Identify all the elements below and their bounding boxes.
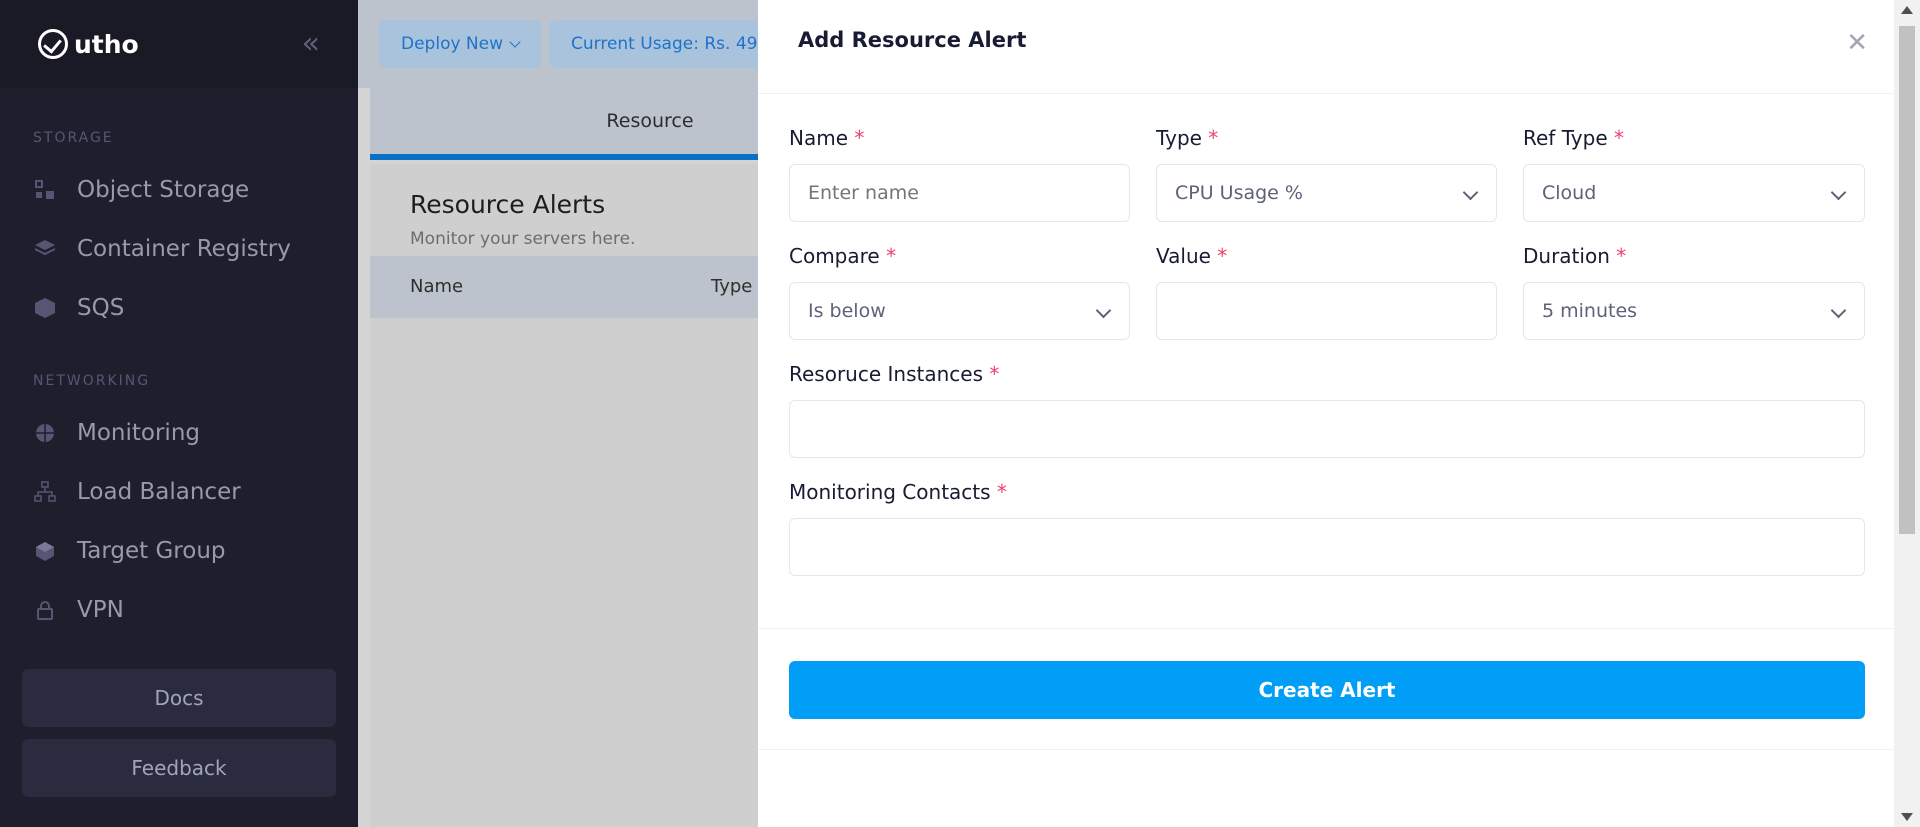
column-header-type: Type <box>711 276 753 297</box>
sqs-icon <box>33 296 57 320</box>
close-icon[interactable]: ✕ <box>1846 30 1868 56</box>
duration-label: Duration * <box>1523 244 1626 268</box>
sidebar-header: utho « <box>0 0 358 88</box>
duration-select[interactable]: 5 minutes <box>1523 282 1865 340</box>
sidebar-item-load-balancer[interactable]: Load Balancer <box>0 462 358 521</box>
chevron-down-icon <box>1830 184 1847 201</box>
sidebar-item-label: Object Storage <box>77 176 250 203</box>
deploy-new-label: Deploy New <box>401 34 504 54</box>
load-balancer-icon <box>33 480 57 504</box>
scroll-up-arrow-icon[interactable] <box>1901 6 1913 14</box>
tab-resource[interactable]: Resource <box>370 88 770 160</box>
name-input[interactable] <box>789 164 1130 222</box>
drawer-title: Add Resource Alert <box>798 28 1027 52</box>
monitoring-icon <box>33 421 57 445</box>
resource-instances-input[interactable] <box>789 400 1865 458</box>
tab-resource-label: Resource <box>606 110 694 132</box>
ref-type-label-text: Ref Type <box>1523 126 1608 150</box>
resource-instances-label-text: Resoruce Instances <box>789 362 984 386</box>
deploy-new-button[interactable]: Deploy New <box>379 20 542 68</box>
scroll-down-arrow-icon[interactable] <box>1901 813 1913 821</box>
footer-divider <box>758 628 1894 629</box>
value-label: Value * <box>1156 244 1227 268</box>
sidebar-item-label: Target Group <box>77 537 226 564</box>
sidebar-item-target-group[interactable]: Target Group <box>0 521 358 580</box>
card-subtitle: Monitor your servers here. <box>410 229 636 249</box>
type-select[interactable]: CPU Usage % <box>1156 164 1497 222</box>
sidebar-item-vpn[interactable]: VPN <box>0 580 358 639</box>
collapse-sidebar-icon[interactable]: « <box>302 29 320 59</box>
target-group-icon <box>33 539 57 563</box>
chevron-down-icon <box>509 36 521 48</box>
docs-button[interactable]: Docs <box>22 669 336 727</box>
lock-icon <box>33 598 57 622</box>
required-mark: * <box>1614 126 1624 150</box>
monitoring-contacts-input[interactable] <box>789 518 1865 576</box>
value-label-text: Value <box>1156 244 1211 268</box>
resource-instances-label: Resoruce Instances * <box>789 362 999 386</box>
monitoring-contacts-label-text: Monitoring Contacts <box>789 480 991 504</box>
feedback-button[interactable]: Feedback <box>22 739 336 797</box>
duration-label-text: Duration <box>1523 244 1610 268</box>
footer-divider-bottom <box>758 749 1894 750</box>
sidebar-item-monitoring[interactable]: Monitoring <box>0 403 358 462</box>
column-header-name: Name <box>410 276 464 297</box>
sidebar-item-label: SQS <box>77 294 125 321</box>
sidebar-item-label: VPN <box>77 596 124 623</box>
sidebar-item-label: Container Registry <box>77 235 291 262</box>
required-mark: * <box>886 244 897 268</box>
create-alert-button[interactable]: Create Alert <box>789 661 1865 719</box>
container-registry-icon <box>33 237 57 261</box>
name-label: Name * <box>789 126 864 150</box>
compare-label-text: Compare <box>789 244 880 268</box>
add-resource-alert-drawer: Add Resource Alert ✕ Name * Type * CPU U… <box>758 0 1894 827</box>
sidebar-item-object-storage[interactable]: Object Storage <box>0 160 358 219</box>
required-mark: * <box>1616 244 1627 268</box>
required-mark: * <box>854 126 865 150</box>
sidebar: utho « STORAGE Object Storage Container … <box>0 0 358 827</box>
compare-select-value: Is below <box>808 300 886 322</box>
section-label-networking: NETWORKING <box>33 373 151 389</box>
scrollbar-thumb[interactable] <box>1899 26 1915 534</box>
chevron-down-icon <box>1462 184 1479 201</box>
chevron-down-icon <box>1830 302 1847 319</box>
object-storage-icon <box>33 178 57 202</box>
sidebar-item-label: Load Balancer <box>77 478 241 505</box>
compare-label: Compare * <box>789 244 896 268</box>
sidebar-item-container-registry[interactable]: Container Registry <box>0 219 358 278</box>
monitoring-contacts-label: Monitoring Contacts * <box>789 480 1007 504</box>
ref-type-select[interactable]: Cloud <box>1523 164 1865 222</box>
name-label-text: Name <box>789 126 849 150</box>
card-title: Resource Alerts <box>410 190 606 219</box>
ref-type-select-value: Cloud <box>1542 182 1597 204</box>
ref-type-label: Ref Type * <box>1523 126 1624 150</box>
type-label-text: Type <box>1156 126 1202 150</box>
duration-select-value: 5 minutes <box>1542 300 1638 322</box>
scrollbar[interactable] <box>1894 0 1920 827</box>
required-mark: * <box>1217 244 1228 268</box>
chevron-down-icon <box>1095 302 1112 319</box>
section-label-storage: STORAGE <box>33 130 114 146</box>
required-mark: * <box>996 480 1007 504</box>
logo-text: utho <box>74 29 139 59</box>
value-input[interactable] <box>1156 282 1497 340</box>
compare-select[interactable]: Is below <box>789 282 1130 340</box>
current-usage-label: Current Usage: Rs. 493 <box>571 34 769 54</box>
drawer-header: Add Resource Alert ✕ <box>758 0 1894 94</box>
logo-check-icon <box>38 29 68 59</box>
type-select-value: CPU Usage % <box>1175 182 1303 204</box>
required-mark: * <box>989 362 1000 386</box>
sidebar-item-sqs[interactable]: SQS <box>0 278 358 337</box>
sidebar-item-label: Monitoring <box>77 419 200 446</box>
type-label: Type * <box>1156 126 1218 150</box>
required-mark: * <box>1208 126 1219 150</box>
logo[interactable]: utho <box>38 29 139 59</box>
